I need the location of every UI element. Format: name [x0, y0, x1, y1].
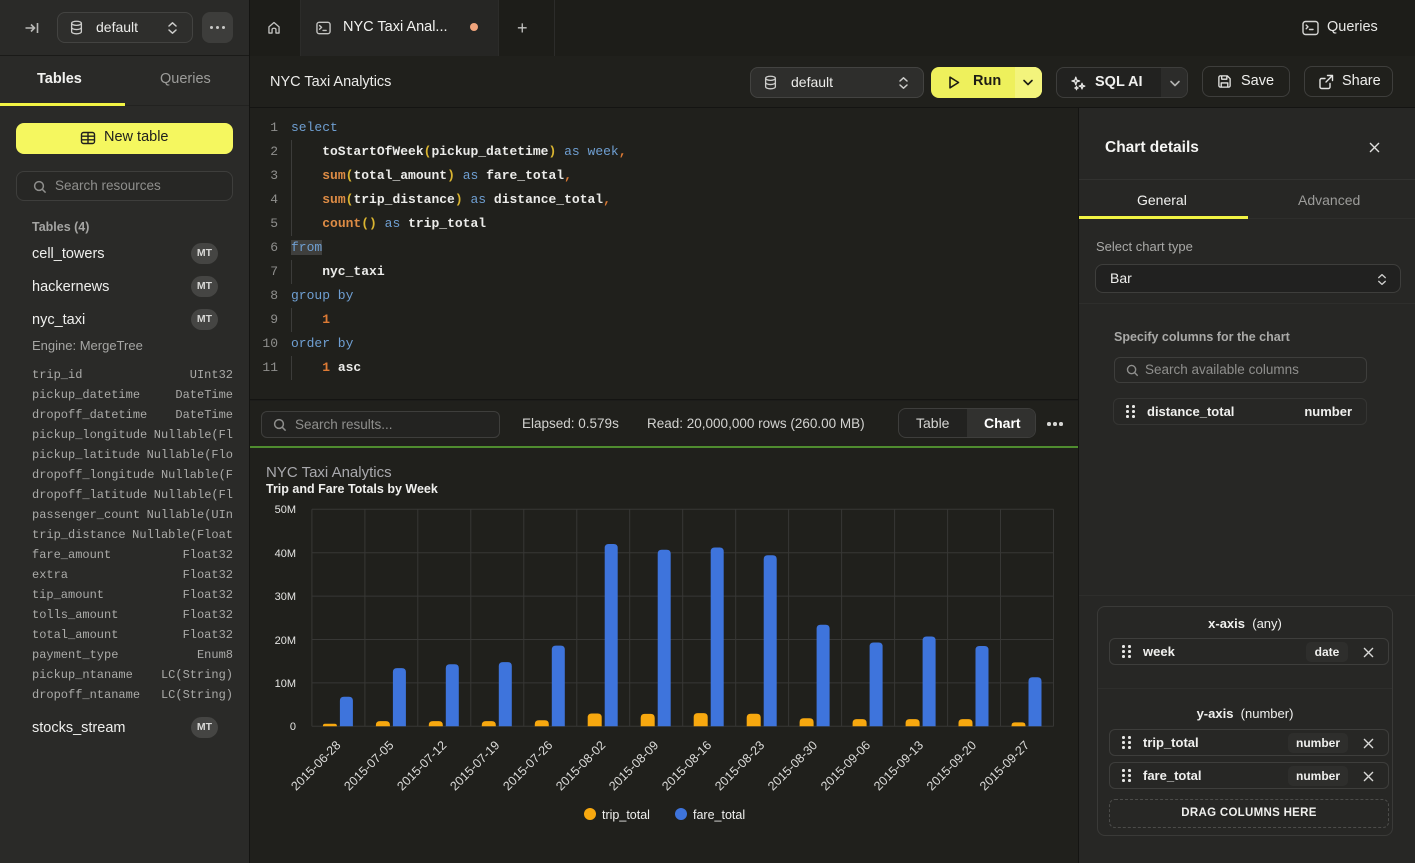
svg-text:20M: 20M	[275, 635, 296, 647]
svg-text:fare_total: fare_total	[693, 808, 745, 822]
svg-text:30M: 30M	[275, 591, 296, 603]
svg-text:2015-07-05: 2015-07-05	[341, 738, 396, 793]
svg-text:10M: 10M	[275, 678, 296, 690]
svg-text:2015-09-20: 2015-09-20	[924, 738, 979, 793]
svg-text:2015-09-27: 2015-09-27	[977, 738, 1032, 793]
svg-text:2015-07-26: 2015-07-26	[500, 738, 555, 793]
svg-text:2015-08-30: 2015-08-30	[765, 738, 820, 793]
svg-text:2015-09-06: 2015-09-06	[818, 738, 873, 793]
svg-text:40M: 40M	[275, 548, 296, 560]
svg-text:2015-07-12: 2015-07-12	[394, 738, 449, 793]
svg-text:2015-08-09: 2015-08-09	[606, 738, 661, 793]
svg-text:2015-07-19: 2015-07-19	[447, 738, 502, 793]
svg-text:2015-08-02: 2015-08-02	[553, 738, 608, 793]
svg-text:2015-08-16: 2015-08-16	[659, 738, 714, 793]
svg-text:2015-06-28: 2015-06-28	[288, 738, 343, 793]
svg-text:2015-08-23: 2015-08-23	[712, 738, 767, 793]
svg-text:50M: 50M	[275, 504, 296, 516]
svg-text:2015-09-13: 2015-09-13	[871, 738, 926, 793]
svg-text:trip_total: trip_total	[602, 808, 650, 822]
svg-text:0: 0	[290, 721, 296, 733]
